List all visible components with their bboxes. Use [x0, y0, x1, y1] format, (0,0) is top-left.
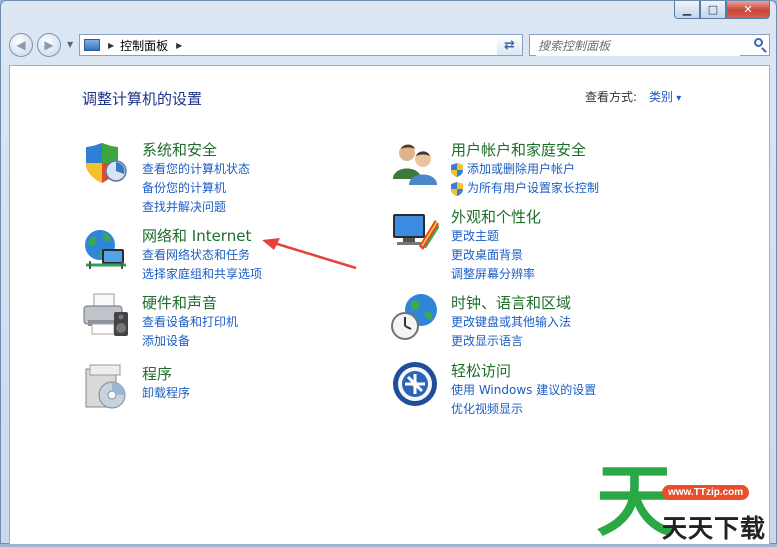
search-icon[interactable]: [754, 38, 763, 47]
search-input[interactable]: [536, 36, 740, 56]
refresh-button[interactable]: ⇄: [497, 34, 523, 56]
category-title[interactable]: 硬件和声音: [142, 292, 217, 313]
link-label: 添加或删除用户帐户: [467, 162, 576, 176]
category-title[interactable]: 程序: [142, 363, 172, 384]
watermark-url: www.TTzip.com: [662, 485, 750, 500]
link-homegroup-sharing[interactable]: 选择家庭组和共享选项: [142, 265, 262, 284]
link-view-network-status[interactable]: 查看网络状态和任务: [142, 246, 262, 265]
link-change-keyboard-input[interactable]: 更改键盘或其他输入法: [451, 313, 571, 332]
link-optimize-video-display[interactable]: 优化视频显示: [451, 400, 596, 419]
category-title[interactable]: 用户帐户和家庭安全: [451, 139, 586, 160]
link-screen-resolution[interactable]: 调整屏幕分辨率: [451, 265, 535, 284]
link-add-device[interactable]: 添加设备: [142, 332, 238, 351]
network-globe-icon[interactable]: [82, 225, 130, 273]
link-change-theme[interactable]: 更改主题: [451, 227, 535, 246]
back-button[interactable]: ◀: [9, 33, 33, 57]
category-title[interactable]: 网络和 Internet: [142, 225, 251, 246]
search-box: [529, 34, 770, 56]
refresh-icon: ⇄: [504, 37, 515, 53]
category-title[interactable]: 时钟、语言和区域: [451, 292, 571, 313]
ease-of-access-icon[interactable]: [391, 360, 439, 408]
view-by-dropdown[interactable]: 类别: [649, 88, 681, 105]
category-title[interactable]: 轻松访问: [451, 360, 511, 381]
printer-icon[interactable]: [82, 292, 130, 340]
link-troubleshoot[interactable]: 查找并解决问题: [142, 198, 250, 217]
address-bar[interactable]: ▶ 控制面板 ▶ ▼: [79, 34, 521, 56]
link-devices-printers[interactable]: 查看设备和打印机: [142, 313, 238, 332]
watermark-brand: 天天下载: [662, 514, 767, 543]
maximize-button[interactable]: □: [700, 1, 726, 19]
programs-icon[interactable]: [82, 363, 130, 411]
appearance-monitor-icon[interactable]: [391, 206, 439, 254]
breadcrumb-control-panel[interactable]: 控制面板: [120, 37, 168, 54]
breadcrumb-chevron-right-icon[interactable]: ▶: [176, 41, 182, 50]
forward-arrow-icon: ▶: [44, 38, 54, 52]
control-panel-icon: [84, 39, 100, 51]
link-backup-computer[interactable]: 备份您的计算机: [142, 179, 250, 198]
forward-button[interactable]: ▶: [37, 33, 61, 57]
link-change-desktop-background[interactable]: 更改桌面背景: [451, 246, 535, 265]
link-parental-controls[interactable]: 为所有用户设置家长控制: [451, 179, 599, 198]
users-icon[interactable]: [391, 139, 439, 187]
shield-icon[interactable]: [82, 139, 130, 187]
clock-globe-icon[interactable]: [391, 292, 439, 340]
caption-buttons: ▁ □ ✕: [674, 1, 770, 19]
link-view-computer-status[interactable]: 查看您的计算机状态: [142, 160, 250, 179]
link-change-display-language[interactable]: 更改显示语言: [451, 332, 571, 351]
control-panel-window: ▁ □ ✕ ◀ ▶ ▼ ▶ 控制面板 ▶ ▼ ⇄ 调整计算机的设置 查看方式: …: [0, 0, 777, 545]
page-title: 调整计算机的设置: [82, 90, 203, 108]
category-title[interactable]: 外观和个性化: [451, 206, 541, 227]
link-windows-recommended-settings[interactable]: 使用 Windows 建议的设置: [451, 381, 596, 400]
uac-shield-icon: [451, 162, 463, 177]
minimize-button[interactable]: ▁: [674, 1, 700, 19]
link-add-remove-accounts[interactable]: 添加或删除用户帐户: [451, 160, 599, 179]
breadcrumb-chevron-right-icon[interactable]: ▶: [108, 41, 114, 50]
watermark: 天 www.TTzip.com 天天下载: [596, 463, 776, 543]
link-label: 为所有用户设置家长控制: [467, 181, 600, 195]
link-uninstall-program[interactable]: 卸载程序: [142, 384, 190, 403]
close-button[interactable]: ✕: [726, 1, 770, 19]
navigation-toolbar: ◀ ▶ ▼ ▶ 控制面板 ▶ ▼ ⇄: [9, 33, 770, 59]
uac-shield-icon: [451, 181, 463, 196]
view-by-label: 查看方式:: [585, 90, 638, 104]
annotation-arrow: [262, 238, 357, 270]
back-arrow-icon: ◀: [16, 38, 26, 52]
recent-pages-chevron-down-icon[interactable]: ▼: [67, 40, 73, 49]
category-title[interactable]: 系统和安全: [142, 139, 217, 160]
